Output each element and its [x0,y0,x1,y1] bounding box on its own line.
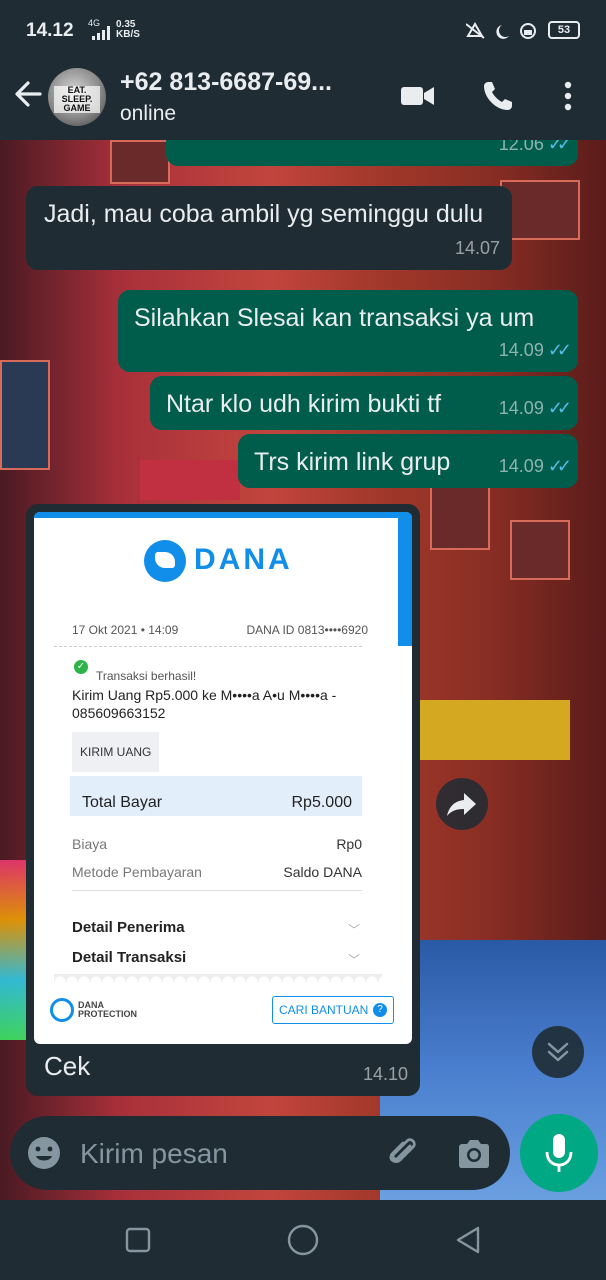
message-time: 14.07 [454,238,500,258]
message-outgoing[interactable]: 12.06 ✓✓ [166,140,578,166]
message-meta: 14.09 ✓✓ [498,340,572,360]
recents-icon[interactable] [120,1222,156,1258]
paperclip-icon[interactable] [382,1132,422,1172]
message-text: Silahkan Slesai kan transaksi ya um [134,304,535,332]
message-outgoing[interactable]: Trs kirim link grup 14.09 ✓✓ [238,434,578,488]
message-incoming-image[interactable]: DANA 17 Okt 2021 • 14:09 DANA ID 0813•••… [26,504,420,1096]
double-check-icon: ✓✓ [547,140,572,154]
system-nav-bar [0,1200,606,1280]
message-incoming[interactable]: Jadi, mau coba ambil yg seminggu dulu 14… [26,186,512,270]
double-check-icon: ✓✓ [547,398,572,418]
transaction-type-badge: KIRIM UANG [72,732,160,772]
contact-status: online [120,102,177,125]
chat-header: EAT. SLEEP. GAME +62 813-6687-69... onli… [0,60,606,140]
section-transaction: Detail Transaksi [72,949,187,966]
message-meta: 14.09 ✓✓ [498,398,572,418]
receipt-dana-id: DANA ID 0813••••6920 [246,623,368,637]
message-time: 14.10 [362,1064,408,1084]
signal-icon [92,26,110,40]
video-call-icon[interactable] [398,76,438,116]
dana-logo: DANA [144,538,294,584]
shield-icon [50,998,74,1022]
emoji-icon[interactable] [26,1135,62,1171]
message-meta: 14.09 ✓✓ [498,456,572,476]
receipt-date: 17 Okt 2021 • 14:09 [72,623,179,637]
arrow-left-icon[interactable] [10,74,46,114]
more-vert-icon[interactable] [548,76,588,116]
help-button: CARI BANTUAN ? [272,996,394,1024]
status-bar: 14.12 4G 0.35 KB/S 53 [0,0,606,60]
message-outgoing[interactable]: Ntar klo udh kirim bukti tf 14.09 ✓✓ [150,376,578,430]
double-check-icon: ✓✓ [547,340,572,360]
message-input[interactable] [80,1134,370,1174]
home-icon[interactable] [285,1222,321,1258]
back-nav-icon[interactable] [450,1222,486,1258]
dana-logo-icon [144,540,186,582]
check-circle-icon: ✓ [74,660,88,674]
chevron-down-icon: ﹀ [347,923,360,937]
status-icons [466,22,536,39]
double-check-icon: ✓✓ [547,456,572,476]
message-composer [10,1116,510,1190]
payment-method-value: Saldo DANA [283,864,362,880]
message-text: Cek [44,1051,91,1081]
forward-icon[interactable] [436,778,488,830]
question-icon: ? [373,1003,387,1017]
avatar-label: EAT. SLEEP. GAME [54,86,100,113]
chat-area[interactable]: 12.06 ✓✓ Jadi, mau coba ambil yg seminggu… [0,140,606,1200]
camera-icon[interactable] [454,1134,494,1174]
dana-receipt-image[interactable]: DANA 17 Okt 2021 • 14:09 DANA ID 0813•••… [34,512,412,1044]
avatar[interactable]: EAT. SLEEP. GAME [48,68,106,126]
message-meta: 12.06 ✓✓ [499,140,572,160]
mic-icon[interactable] [520,1114,598,1192]
message-outgoing[interactable]: Silahkan Slesai kan transaksi ya um 14.0… [118,290,578,372]
section-recipient: Detail Penerima [72,919,185,936]
dana-protection-logo: DANA PROTECTION [50,998,160,1022]
network-speed: 0.35 KB/S [116,19,140,40]
status-time: 14.12 [26,20,74,41]
battery-indicator: 53 [548,21,580,39]
transaction-description: Kirim Uang Rp5.000 ke M••••a A•u M••••a … [72,687,337,721]
total-row: Total Bayar Rp5.000 [70,776,362,816]
message-text: Jadi, mau coba ambil yg seminggu dulu [44,200,484,228]
chevron-double-down-icon[interactable] [532,1026,584,1078]
chevron-down-icon: ﹀ [347,953,360,967]
payment-method-label: Metode Pembayaran [72,864,202,880]
phone-icon[interactable] [478,76,518,116]
contact-name[interactable]: +62 813-6687-69... [120,68,332,97]
